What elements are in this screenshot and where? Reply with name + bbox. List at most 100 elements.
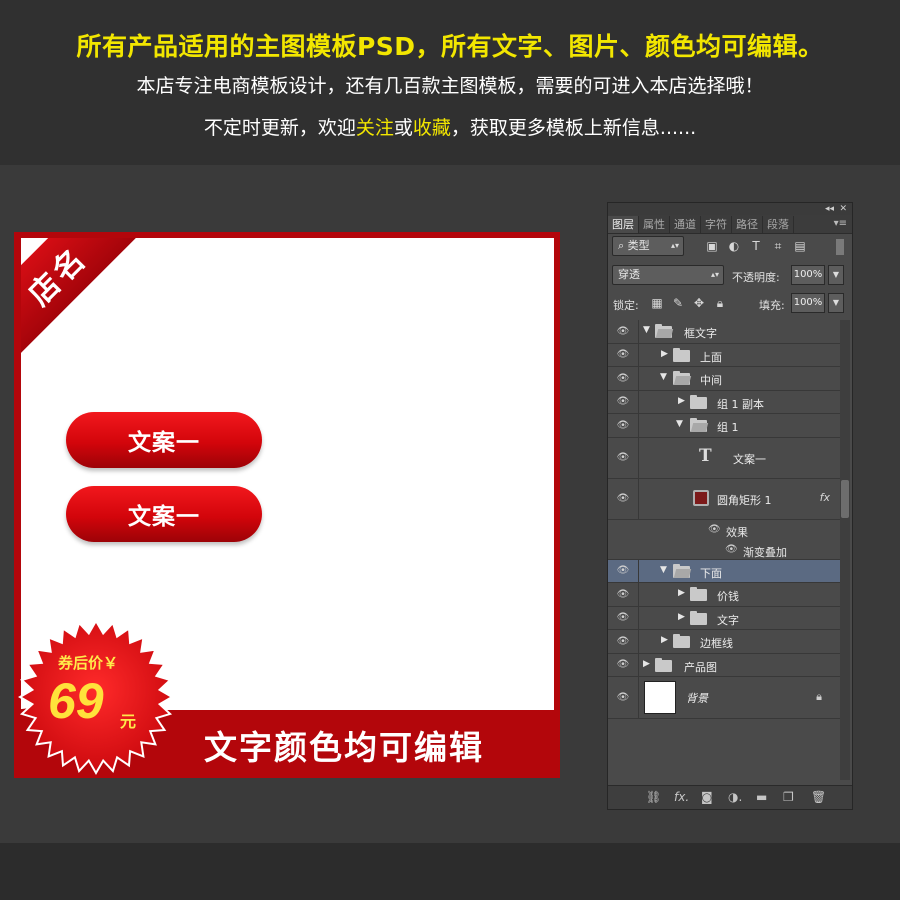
collapsed-triangle-icon[interactable]: ▶ xyxy=(661,349,668,359)
layer-row[interactable]: 👁︎ T 文案一 xyxy=(608,437,840,479)
lock-brush-icon[interactable]: ✎ xyxy=(671,296,685,310)
new-adjustment-icon[interactable]: ◑. xyxy=(728,790,742,804)
layer-name: 下面 xyxy=(700,566,722,580)
layer-name: 文案一 xyxy=(733,452,766,466)
scrollbar-thumb[interactable] xyxy=(841,480,849,518)
tab-paragraph[interactable]: 段落 xyxy=(763,216,794,233)
shop-name: 店名 xyxy=(22,240,95,313)
layer-filter-select[interactable]: ⌕ 类型 ▴▾ xyxy=(612,236,684,256)
add-style-fx-icon[interactable]: fx. xyxy=(674,790,689,804)
opacity-dropdown-icon[interactable]: ▼ xyxy=(828,265,844,285)
layer-row[interactable]: 👁︎ ▼ 中间 xyxy=(608,367,840,391)
layers-scrollbar[interactable] xyxy=(840,320,850,780)
banner-update-line: 不定时更新，欢迎关注或收藏，获取更多模板上新信息...... xyxy=(0,113,900,140)
visibility-eye-icon[interactable]: 👁︎ xyxy=(608,367,639,390)
collapsed-triangle-icon[interactable]: ▶ xyxy=(678,612,685,622)
add-mask-icon[interactable]: ◙ xyxy=(701,790,713,804)
lock-icon: 🔒︎ xyxy=(816,690,822,703)
visibility-eye-icon[interactable]: 👁︎ xyxy=(608,414,639,437)
copy-button-1[interactable]: 文案一 xyxy=(66,412,262,468)
filter-type-icon[interactable]: T xyxy=(749,239,763,253)
background-thumbnail xyxy=(644,681,676,714)
folder-open-icon xyxy=(655,324,672,338)
effects-row[interactable]: 👁︎ 效果 xyxy=(608,519,840,540)
expand-triangle-icon[interactable]: ▼ xyxy=(676,419,683,429)
new-group-folder-icon[interactable]: ▬ xyxy=(756,790,767,804)
delete-layer-trash-icon[interactable]: 🗑︎ xyxy=(811,790,826,804)
folder-open-icon xyxy=(673,371,690,385)
visibility-eye-icon[interactable]: 👁︎ xyxy=(608,606,639,629)
lock-transparency-icon[interactable]: ▦ xyxy=(650,296,664,310)
favorite-link[interactable]: 收藏 xyxy=(413,117,451,139)
banner-headline: 所有产品适用的主图模板PSD，所有文字、图片、颜色均可编辑。 xyxy=(76,32,824,61)
fill-dropdown-icon[interactable]: ▼ xyxy=(828,293,844,313)
layer-row[interactable]: 👁︎ ▶ 上面 xyxy=(608,343,840,367)
layer-row[interactable]: 👁︎ ▶ 文字 xyxy=(608,606,840,630)
filter-toggle-switch[interactable] xyxy=(836,239,844,255)
banner-update-text-b: ，获取更多模板上新信息...... xyxy=(450,117,697,139)
visibility-eye-icon[interactable]: 👁︎ xyxy=(608,343,639,366)
panel-menu-icon[interactable]: ▾≡ xyxy=(834,218,847,229)
visibility-eye-icon[interactable]: 👁︎ xyxy=(608,390,639,413)
bottom-strip xyxy=(0,843,900,900)
blend-row: 穿透 ▴▾ 不透明度: 100% ▼ xyxy=(608,265,852,291)
copy-button-2[interactable]: 文案一 xyxy=(66,486,262,542)
expand-triangle-icon[interactable]: ▼ xyxy=(660,565,667,575)
layer-row[interactable]: 👁︎ ▼ 框文字 xyxy=(608,320,840,344)
expand-triangle-icon[interactable]: ▼ xyxy=(660,372,667,382)
layer-name: 边框线 xyxy=(700,637,733,650)
lock-all-icon[interactable]: 🔒︎ xyxy=(713,296,727,310)
tab-channels[interactable]: 通道 xyxy=(670,216,701,233)
close-panel-icon[interactable]: ✕ xyxy=(839,203,847,215)
collapse-panel-icon[interactable]: ◂◂ xyxy=(825,203,834,215)
visibility-eye-icon[interactable]: 👁︎ xyxy=(608,320,639,343)
layer-row[interactable]: 👁︎ ▶ 产品图 xyxy=(608,653,840,677)
visibility-eye-icon[interactable]: 👁︎ xyxy=(608,583,639,606)
layer-row[interactable]: 👁︎ 圆角矩形 1 fx xyxy=(608,478,840,520)
tab-layers[interactable]: 图层 xyxy=(608,216,639,233)
filter-smart-object-icon[interactable]: ▤ xyxy=(793,239,807,253)
layer-row[interactable]: 👁︎ ▼ 组 1 xyxy=(608,414,840,438)
collapsed-triangle-icon[interactable]: ▶ xyxy=(678,588,685,598)
visibility-eye-icon[interactable]: 👁︎ xyxy=(608,478,639,519)
collapsed-triangle-icon[interactable]: ▶ xyxy=(643,659,650,669)
link-layers-icon[interactable]: ⛓ xyxy=(646,790,661,804)
visibility-eye-icon[interactable]: 👁︎ xyxy=(708,524,721,535)
expand-triangle-icon[interactable]: ▼ xyxy=(643,325,650,335)
layer-row[interactable]: 👁︎ ▶ 价钱 xyxy=(608,583,840,607)
collapsed-triangle-icon[interactable]: ▶ xyxy=(661,635,668,645)
filter-pixel-icon[interactable]: ▣ xyxy=(705,239,719,253)
filter-adjustment-icon[interactable]: ◐ xyxy=(727,239,741,253)
opacity-input[interactable]: 100% xyxy=(791,265,825,285)
collapsed-triangle-icon[interactable]: ▶ xyxy=(678,396,685,406)
layer-row[interactable]: 👁︎ ▶ 边框线 xyxy=(608,630,840,654)
top-banner: 所有产品适用的主图模板PSD，所有文字、图片、颜色均可编辑。 本店专注电商模板设… xyxy=(0,0,900,165)
layer-name: 圆角矩形 1 xyxy=(717,493,772,507)
new-layer-icon[interactable]: ❐ xyxy=(783,790,794,804)
filter-shape-icon[interactable]: ⌗ xyxy=(771,239,785,253)
layer-row[interactable]: 👁︎ ▶ 组 1 副本 xyxy=(608,390,840,414)
shop-name-ribbon: 店名 xyxy=(21,238,184,402)
visibility-eye-icon[interactable]: 👁︎ xyxy=(608,653,639,676)
follow-link[interactable]: 关注 xyxy=(356,117,394,139)
lock-label: 锁定: xyxy=(613,299,639,312)
visibility-eye-icon[interactable]: 👁︎ xyxy=(725,544,738,555)
visibility-eye-icon[interactable]: 👁︎ xyxy=(608,677,639,718)
layer-row-selected[interactable]: 👁︎ ▼ 下面 xyxy=(608,559,840,583)
fill-input[interactable]: 100% xyxy=(791,293,825,313)
layer-effects-fx-icon[interactable]: fx xyxy=(820,491,830,504)
blend-mode-select[interactable]: 穿透 ▴▾ xyxy=(612,265,724,285)
panel-bottom-toolbar: ⛓ fx. ◙ ◑. ▬ ❐ 🗑︎ xyxy=(608,785,852,809)
banner-update-text-a: 不定时更新，欢迎 xyxy=(203,117,356,139)
layer-name: 上面 xyxy=(700,350,722,364)
visibility-eye-icon[interactable]: 👁︎ xyxy=(608,630,639,653)
product-template-canvas: 店名 文案一 文案一 券后价￥ 69 元 文字颜色均可编辑 xyxy=(14,232,560,778)
visibility-eye-icon[interactable]: 👁︎ xyxy=(608,559,639,582)
layer-row[interactable]: 👁︎ 背景 🔒︎ xyxy=(608,677,840,719)
lock-move-icon[interactable]: ✥ xyxy=(692,296,706,310)
tab-paths[interactable]: 路径 xyxy=(732,216,763,233)
tab-properties[interactable]: 属性 xyxy=(639,216,670,233)
tab-character[interactable]: 字符 xyxy=(701,216,732,233)
visibility-eye-icon[interactable]: 👁︎ xyxy=(608,437,639,478)
gradient-overlay-row[interactable]: 👁︎ 渐变叠加 xyxy=(608,539,840,560)
